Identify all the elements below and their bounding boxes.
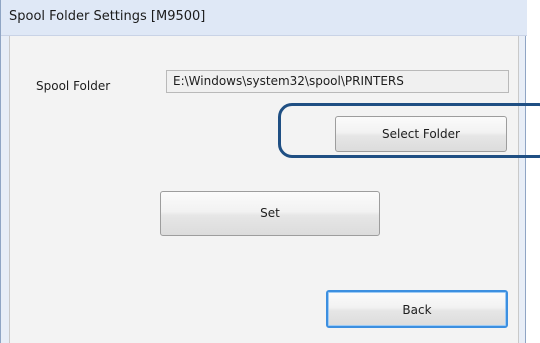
window-title: Spool Folder Settings [M9500] [9, 9, 206, 24]
spool-folder-path-field: E:\Windows\system32\spool\PRINTERS [166, 70, 509, 93]
set-button[interactable]: Set [160, 191, 380, 236]
select-folder-button[interactable]: Select Folder [335, 116, 507, 152]
spool-folder-settings-window: Spool Folder Settings [M9500] Spool Fold… [0, 0, 527, 343]
window-titlebar[interactable]: Spool Folder Settings [M9500] [1, 0, 527, 36]
back-button[interactable]: Back [326, 290, 508, 328]
window-client-area: Spool Folder E:\Windows\system32\spool\P… [9, 36, 519, 343]
spool-folder-label: Spool Folder [36, 79, 111, 93]
